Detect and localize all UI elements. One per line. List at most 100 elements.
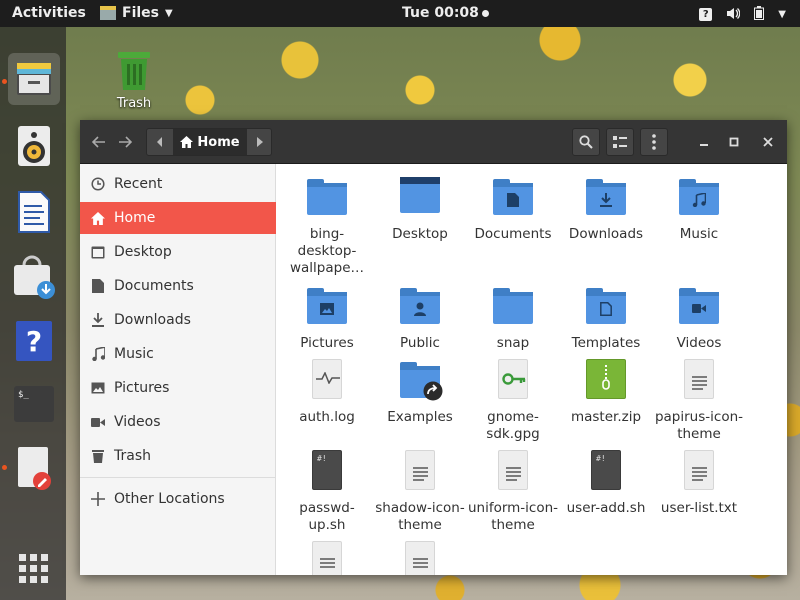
file-name: papirus-icon-theme bbox=[654, 409, 744, 442]
sidebar-item-pictures[interactable]: Pictures bbox=[80, 372, 276, 404]
activities-button[interactable]: Activities bbox=[12, 5, 86, 21]
file-item[interactable]: Pictures bbox=[281, 285, 373, 352]
dock-software[interactable] bbox=[8, 251, 60, 303]
file-name: Templates bbox=[571, 335, 641, 351]
file-view: bing-desktop-wallpape… Desktop Documents… bbox=[277, 164, 787, 575]
file-item[interactable]: gnome-sdk.gpg bbox=[467, 359, 559, 443]
file-name: Public bbox=[400, 335, 440, 351]
system-tray[interactable]: ? ▼ bbox=[699, 6, 786, 23]
sidebar-item-home[interactable]: Home bbox=[80, 202, 276, 234]
sidebar-divider bbox=[80, 477, 276, 478]
examples-folder-icon bbox=[399, 359, 443, 401]
file-name: bing-desktop-wallpape… bbox=[289, 226, 365, 276]
forward-button[interactable] bbox=[112, 128, 138, 156]
file-item[interactable] bbox=[281, 541, 373, 575]
file-item[interactable]: snap bbox=[467, 285, 559, 352]
public-folder-icon bbox=[399, 285, 441, 327]
minimize-button[interactable] bbox=[692, 128, 716, 156]
path-scroll-right-button[interactable] bbox=[247, 129, 273, 155]
app-menu-label: Files bbox=[122, 5, 159, 21]
desktop-trash-label: Trash bbox=[116, 96, 152, 111]
dock-terminal[interactable]: $_ bbox=[8, 378, 60, 430]
picture-icon bbox=[91, 381, 105, 395]
view-toggle-button[interactable] bbox=[606, 128, 634, 156]
desktop-trash[interactable]: Trash bbox=[108, 50, 160, 111]
app-menu[interactable]: Files ▼ bbox=[100, 5, 173, 21]
sidebar-item-label: Documents bbox=[114, 278, 194, 294]
sidebar-item-recent[interactable]: Recent bbox=[80, 168, 276, 200]
file-item[interactable]: Downloads bbox=[560, 176, 652, 243]
text-file-icon bbox=[678, 359, 720, 401]
dock-rhythmbox[interactable] bbox=[8, 120, 60, 172]
svg-text:?: ? bbox=[26, 325, 42, 358]
close-icon bbox=[763, 137, 773, 147]
downloads-folder-icon bbox=[585, 176, 627, 218]
file-item[interactable]: Desktop bbox=[374, 176, 466, 243]
path-bar: Home bbox=[146, 128, 272, 156]
arrow-left-icon bbox=[92, 136, 105, 148]
chevron-right-icon bbox=[257, 137, 263, 147]
file-item[interactable] bbox=[374, 541, 466, 575]
download-icon bbox=[91, 313, 105, 327]
file-item[interactable]: #! passwd-up.sh bbox=[281, 450, 373, 534]
search-button[interactable] bbox=[572, 128, 600, 156]
sidebar-item-desktop[interactable]: Desktop bbox=[80, 236, 276, 268]
menu-button[interactable] bbox=[640, 128, 668, 156]
sidebar-item-downloads[interactable]: Downloads bbox=[80, 304, 276, 336]
dock-help[interactable]: ? bbox=[8, 315, 60, 367]
file-item[interactable]: master.zip bbox=[560, 359, 652, 426]
dock-libreoffice-writer[interactable] bbox=[8, 186, 60, 238]
help-icon[interactable]: ? bbox=[699, 8, 713, 21]
file-item[interactable]: uniform-icon-theme bbox=[467, 450, 559, 534]
text-file-icon bbox=[399, 541, 441, 575]
folder-icon bbox=[492, 285, 534, 327]
volume-icon[interactable] bbox=[726, 7, 741, 23]
document-icon bbox=[91, 279, 105, 293]
sidebar-item-videos[interactable]: Videos bbox=[80, 406, 276, 438]
close-button[interactable] bbox=[756, 128, 780, 156]
sidebar-item-documents[interactable]: Documents bbox=[80, 270, 276, 302]
sidebar-item-music[interactable]: Music bbox=[80, 338, 276, 370]
arrow-right-icon bbox=[119, 136, 132, 148]
search-icon bbox=[579, 135, 593, 149]
header-bar: Home bbox=[80, 120, 787, 164]
maximize-icon bbox=[729, 137, 739, 147]
show-apps-button[interactable] bbox=[8, 543, 60, 595]
file-item[interactable]: Videos bbox=[653, 285, 745, 352]
file-item[interactable]: Examples bbox=[374, 359, 466, 426]
file-item[interactable]: Documents bbox=[467, 176, 559, 243]
file-item[interactable]: user-list.txt bbox=[653, 450, 745, 517]
files-app-icon bbox=[100, 6, 116, 20]
sidebar-item-other-locations[interactable]: Other Locations bbox=[80, 483, 276, 515]
file-item[interactable]: shadow-icon-theme bbox=[374, 450, 466, 534]
file-name: auth.log bbox=[299, 409, 355, 425]
file-item[interactable]: #! user-add.sh bbox=[560, 450, 652, 517]
file-item[interactable]: Templates bbox=[560, 285, 652, 352]
videos-folder-icon bbox=[678, 285, 720, 327]
maximize-button[interactable] bbox=[722, 128, 746, 156]
desktop-folder-icon bbox=[399, 176, 441, 218]
file-item[interactable]: papirus-icon-theme bbox=[653, 359, 745, 443]
path-segment-home[interactable]: Home bbox=[173, 129, 247, 155]
top-bar: Activities Files ▼ Tue 00:08 ? ▼ bbox=[0, 0, 800, 27]
file-item[interactable]: Music bbox=[653, 176, 745, 243]
file-item[interactable]: Public bbox=[374, 285, 466, 352]
trash-icon bbox=[118, 52, 150, 90]
dock-text-editor[interactable] bbox=[8, 442, 60, 494]
dock-files[interactable] bbox=[8, 53, 60, 105]
minimize-icon bbox=[700, 144, 708, 146]
places-sidebar: Recent Home Desktop Documents Downloads … bbox=[80, 164, 276, 575]
file-item[interactable]: auth.log bbox=[281, 359, 373, 426]
file-item[interactable]: bing-desktop-wallpape… bbox=[281, 176, 373, 277]
shell-script-icon: #! bbox=[306, 450, 348, 492]
help-icon: ? bbox=[16, 321, 52, 361]
back-button[interactable] bbox=[86, 128, 112, 156]
clock[interactable]: Tue 00:08 bbox=[402, 5, 489, 21]
sidebar-item-label: Recent bbox=[114, 176, 163, 192]
system-menu-chevron-icon[interactable]: ▼ bbox=[778, 9, 786, 20]
sidebar-item-trash[interactable]: Trash bbox=[80, 440, 276, 472]
battery-icon[interactable] bbox=[754, 6, 765, 23]
sidebar-item-label: Home bbox=[114, 210, 156, 226]
path-scroll-left-button[interactable] bbox=[147, 129, 173, 155]
file-name: Documents bbox=[474, 226, 552, 242]
